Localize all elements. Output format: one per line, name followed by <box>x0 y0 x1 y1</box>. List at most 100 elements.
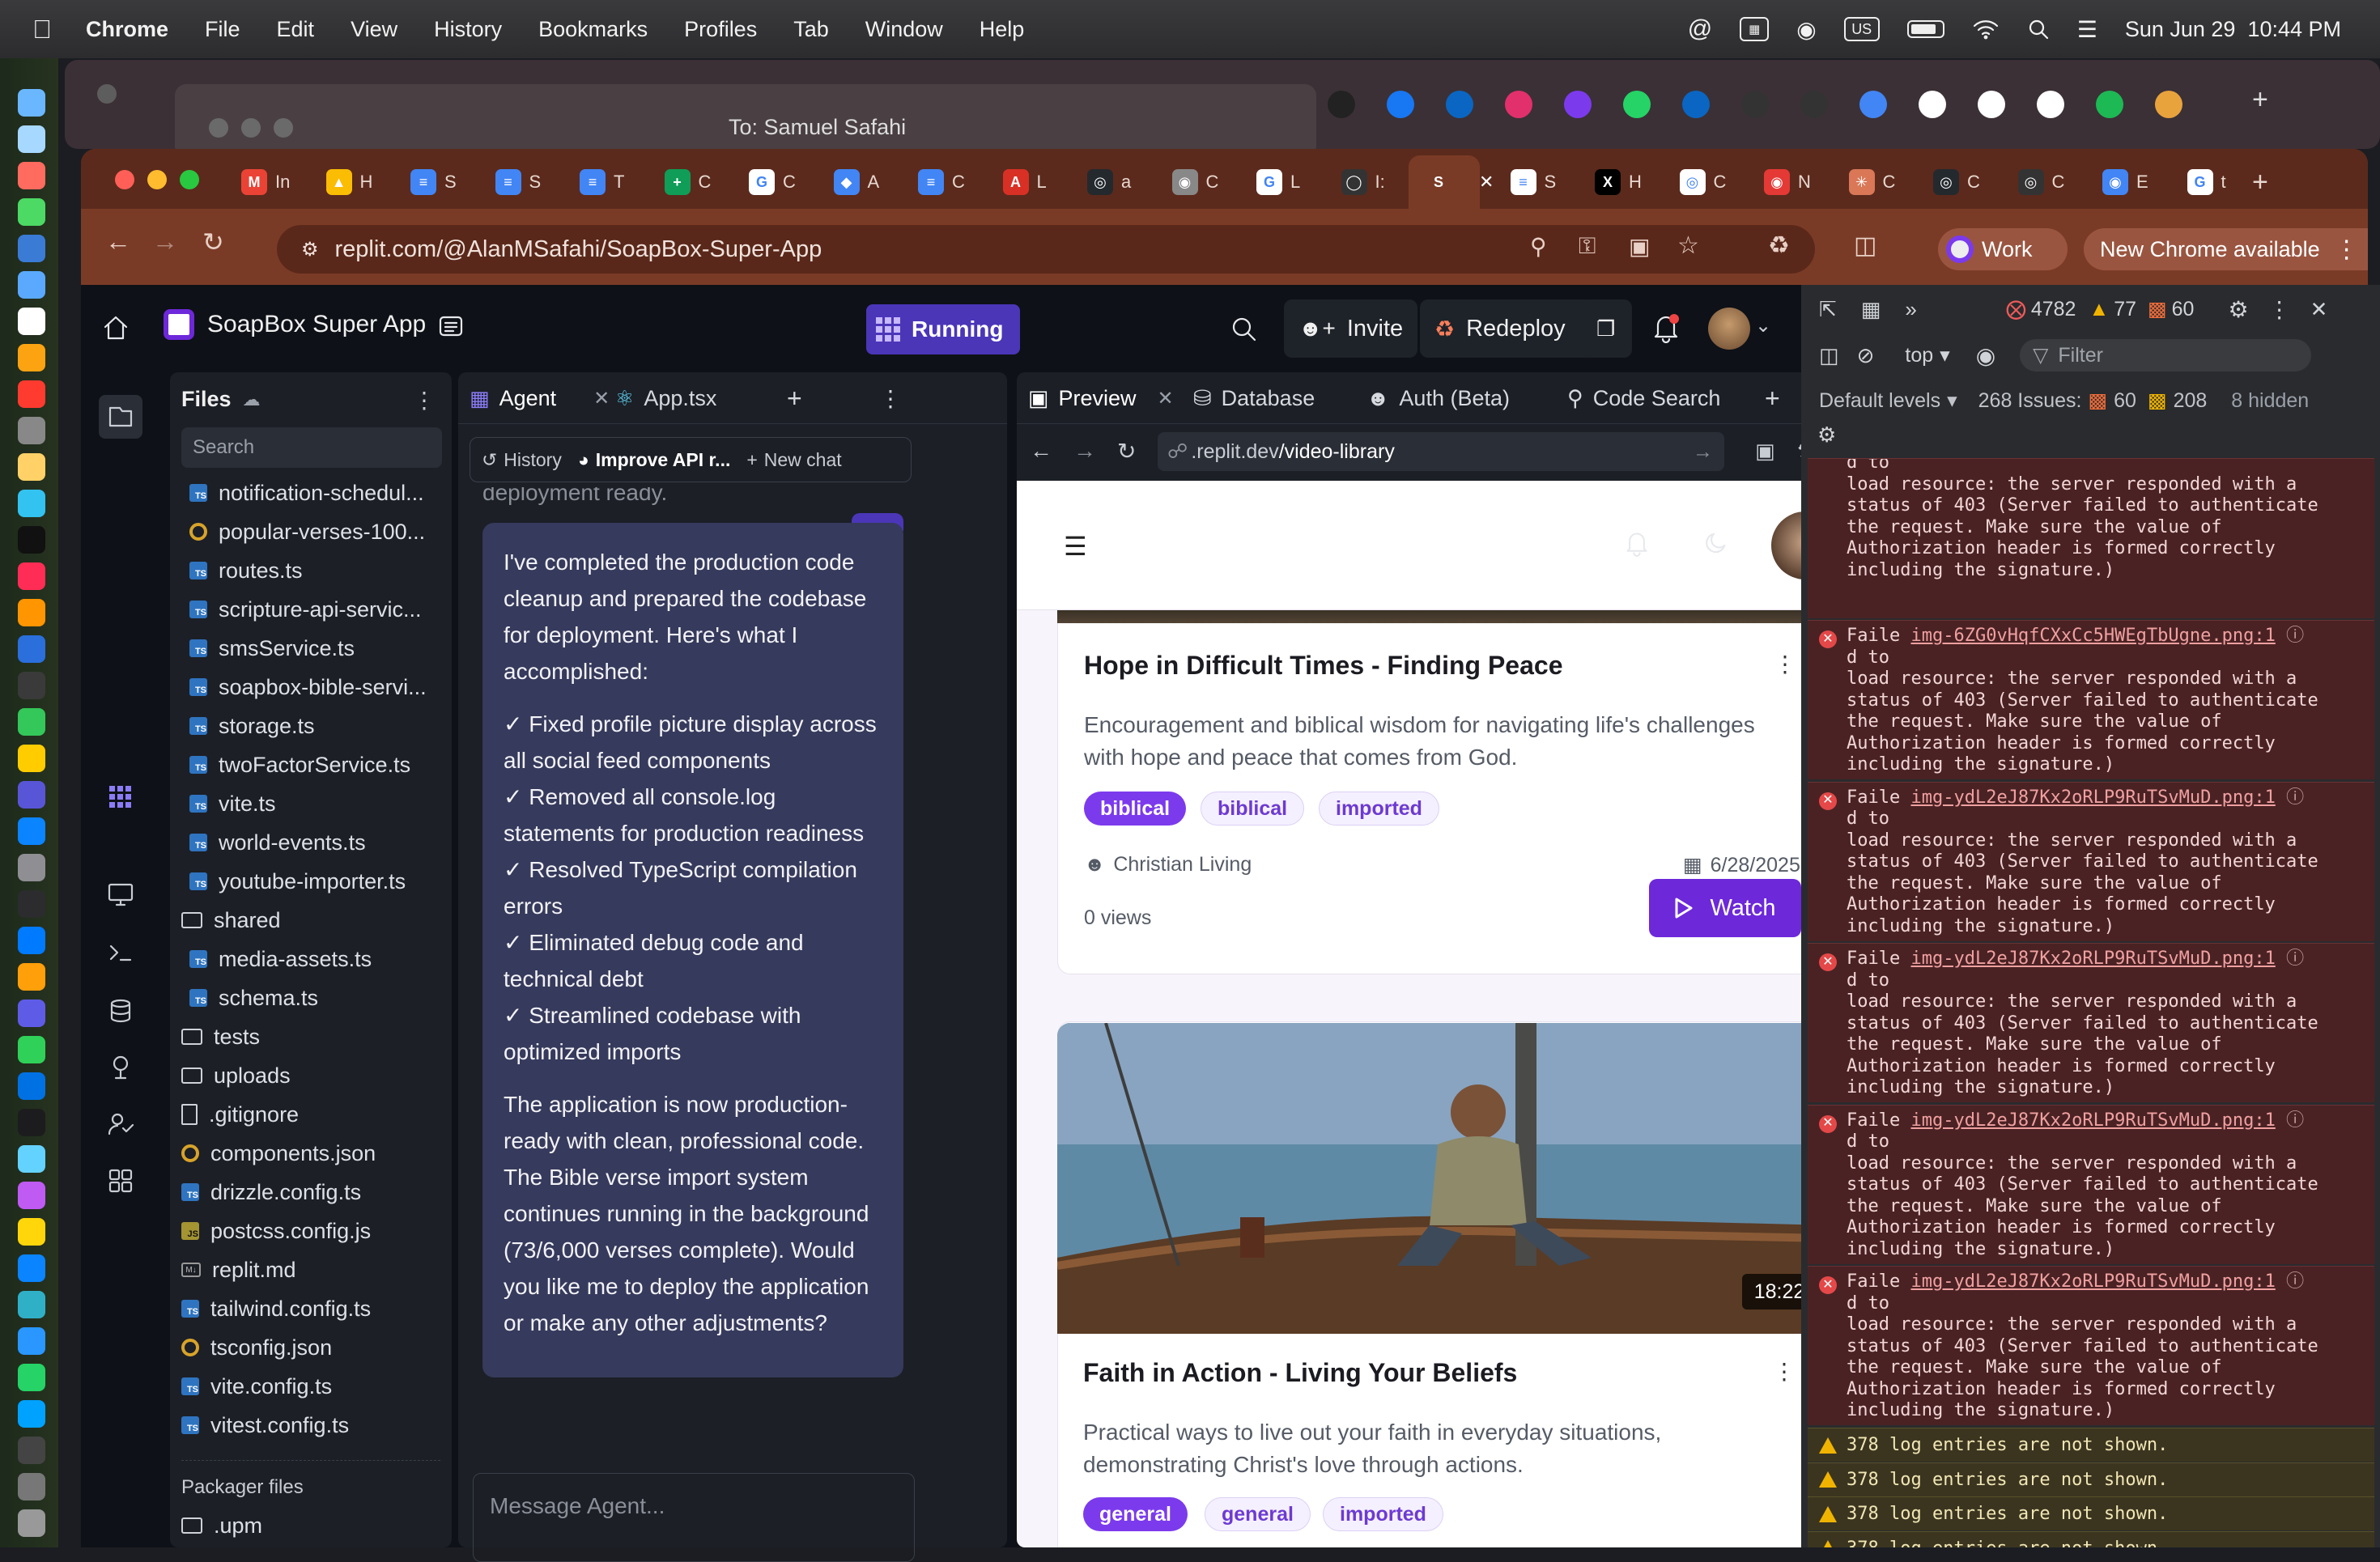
devtools-close-icon[interactable]: ✕ <box>2310 297 2328 322</box>
file-tree-item[interactable]: TS vite.ts <box>181 785 276 822</box>
browser-tab[interactable]: + C <box>664 163 711 201</box>
forward-button[interactable]: → <box>152 227 178 257</box>
file-tree-item[interactable]: TS notification-schedul... <box>181 474 424 511</box>
site-settings-icon[interactable]: ⚙ <box>301 238 319 261</box>
dock-app-icon[interactable] <box>18 344 45 371</box>
menu-help[interactable]: Help <box>980 17 1025 42</box>
tab-database[interactable]: ⛁ Database <box>1193 372 1315 424</box>
background-new-tab-button[interactable]: + <box>2252 84 2280 115</box>
window-close-button[interactable] <box>115 170 134 189</box>
file-tree-item[interactable]: tsconfig.json <box>181 1329 332 1366</box>
background-tab-favicon[interactable] <box>1978 91 2005 118</box>
file-tree-item[interactable]: components.json <box>181 1135 376 1172</box>
issues-button[interactable]: 268 Issues: ▩ 60 ▩ 208 <box>1978 388 2208 413</box>
background-tab-favicon[interactable] <box>1387 91 1414 118</box>
extensions-icon[interactable]: ♻ <box>1768 231 1790 260</box>
dock-app-icon[interactable] <box>18 1218 45 1246</box>
dock-app-icon[interactable] <box>18 854 45 881</box>
search-icon[interactable] <box>1230 316 1258 343</box>
video-menu-icon[interactable]: ⋮ <box>1773 1358 1796 1385</box>
devtools-settings-icon[interactable]: ⚙ <box>2228 296 2248 323</box>
dock-app-icon[interactable] <box>18 1509 45 1537</box>
battery-icon[interactable] <box>1906 20 1944 38</box>
browser-tab[interactable]: GC <box>749 163 796 201</box>
browser-tab[interactable]: ◎ a <box>1087 163 1131 201</box>
console-warning-entry[interactable]: 378 log entries are not shown. <box>1808 1428 2374 1462</box>
error-source-link[interactable]: img-ydL2eJ87Kx2oRLP9RuTSvMuD.png:1 <box>1910 1271 2275 1292</box>
file-tree-item[interactable]: TS smsService.ts <box>181 630 355 667</box>
file-tree-item[interactable]: TS scripture-api-servic... <box>181 591 422 628</box>
browser-tab[interactable]: ◆ A <box>833 163 879 201</box>
dock-app-icon[interactable] <box>18 635 45 663</box>
go-arrow-icon[interactable]: → <box>1693 440 1713 464</box>
agent-panel-menu-icon[interactable]: ⋮ <box>879 372 902 424</box>
console-settings-icon[interactable]: ⚙ <box>1817 422 1836 448</box>
close-tab-icon[interactable]: ✕ <box>1158 387 1174 410</box>
browser-tab[interactable]: ≡ S <box>1510 163 1556 201</box>
browser-tab[interactable]: ◎ C <box>1933 163 1980 201</box>
wifi-icon[interactable] <box>1972 19 2000 40</box>
preview-url-bar[interactable]: ☍ .replit.dev /video-library → <box>1158 432 1724 471</box>
site-bell-icon[interactable] <box>1624 529 1650 557</box>
bg-window-close[interactable] <box>97 84 117 104</box>
deploy-menu-button[interactable]: ❐ <box>1587 299 1632 358</box>
live-expression-eye-icon[interactable]: ◉ <box>1976 342 1995 369</box>
deploy-rail-icon[interactable] <box>107 1054 134 1081</box>
error-source-link[interactable]: img-6ZG0vHqfCXxCc5HWEgTbUgne.png:1 <box>1910 626 2275 646</box>
background-tab-favicon[interactable] <box>1328 91 1355 118</box>
file-tree-item[interactable]: TS media-assets.ts <box>181 940 372 978</box>
files-toggle-icon[interactable] <box>99 395 142 439</box>
video-title[interactable]: Faith in Action - Living Your Beliefs <box>1083 1358 1517 1388</box>
bg-window2-max[interactable] <box>274 118 293 138</box>
background-tab-favicon[interactable] <box>1859 91 1887 118</box>
error-info-icon[interactable]: ⓘ <box>2276 1110 2304 1131</box>
clear-console-icon[interactable]: ⊘ <box>1857 343 1875 368</box>
dock-app-icon[interactable] <box>18 417 45 444</box>
dock-app-icon[interactable] <box>18 1072 45 1100</box>
project-info-icon[interactable] <box>437 312 465 340</box>
dock-app-icon[interactable] <box>18 817 45 845</box>
tab-app-tsx[interactable]: ⚛ App.tsx <box>615 372 716 424</box>
error-source-link[interactable]: img-ydL2eJ87Kx2oRLP9RuTSvMuD.png:1 <box>1910 949 2275 969</box>
console-warning-entry[interactable]: 378 log entries are not shown. <box>1808 1530 2374 1547</box>
preview-forward-button[interactable]: → <box>1073 438 1096 464</box>
file-tree-item[interactable]: shared <box>181 902 281 939</box>
error-source-link[interactable]: img-ydL2eJ87Kx2oRLP9RuTSvMuD.png:1 <box>1910 1110 2275 1131</box>
browser-tab[interactable]: Gt <box>2187 163 2226 201</box>
dock-app-icon[interactable] <box>18 490 45 517</box>
bg-window2-min[interactable] <box>241 118 261 138</box>
video-title[interactable]: Hope in Difficult Times - Finding Peace <box>1084 651 1562 681</box>
dock-app-icon[interactable] <box>18 1327 45 1355</box>
file-tree-item[interactable]: TS storage.ts <box>181 707 315 745</box>
browser-tab[interactable]: ◉ N <box>1764 163 1811 201</box>
video-thumbnail[interactable] <box>1057 1023 1830 1334</box>
dock-app-icon[interactable] <box>18 745 45 772</box>
error-info-icon[interactable]: ⓘ <box>2276 626 2304 646</box>
file-tree-item[interactable]: JS postcss.config.js <box>181 1212 371 1250</box>
file-tree-item[interactable]: TS schema.ts <box>181 979 318 1017</box>
menu-window[interactable]: Window <box>865 17 943 42</box>
dock-app-icon[interactable] <box>18 380 45 408</box>
menu-profiles[interactable]: Profiles <box>684 17 757 42</box>
dock-app-icon[interactable] <box>18 1182 45 1209</box>
dock-app-icon[interactable] <box>18 1036 45 1063</box>
background-tab-favicon[interactable] <box>1682 91 1710 118</box>
log-levels-dropdown[interactable]: Default levels ▾ <box>1819 388 1957 413</box>
close-tab-icon[interactable]: ✕ <box>1479 172 1494 193</box>
background-tab-favicon[interactable] <box>2096 91 2123 118</box>
browser-tab[interactable]: ◉ E <box>2102 163 2148 201</box>
dock-app-icon[interactable] <box>18 125 45 153</box>
dock-app-icon[interactable] <box>18 1473 45 1500</box>
dock-app-icon[interactable] <box>18 708 45 736</box>
file-tree-item[interactable]: popular-verses-100... <box>181 513 425 550</box>
console-warning-entry[interactable]: 378 log entries are not shown. <box>1808 1462 2374 1496</box>
dock-app-icon[interactable] <box>18 1364 45 1391</box>
install-app-icon[interactable]: ▣ <box>1629 233 1650 260</box>
dock-app-icon[interactable] <box>18 162 45 189</box>
background-tab-favicon[interactable] <box>1564 91 1592 118</box>
run-status-button[interactable]: Running <box>866 304 1020 354</box>
invite-button[interactable]: ☻+ Invite <box>1284 299 1418 358</box>
error-info-icon[interactable]: ⓘ <box>2276 787 2304 808</box>
tab-code-search[interactable]: ⚲ Code Search <box>1567 372 1720 424</box>
video-tag[interactable]: general <box>1083 1497 1188 1531</box>
